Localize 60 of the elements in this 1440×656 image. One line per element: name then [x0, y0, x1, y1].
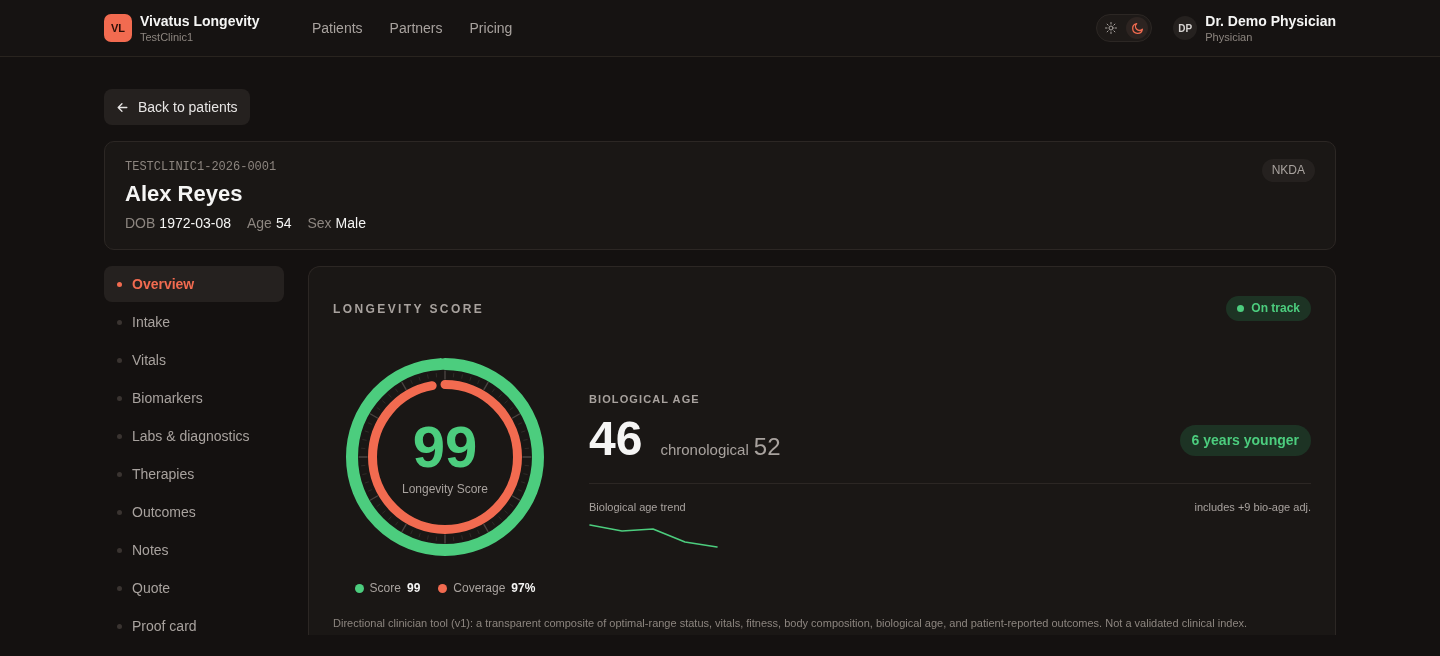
- arrow-left-icon: [116, 100, 129, 114]
- bullet-icon: [117, 395, 122, 401]
- age-difference-badge: 6 years younger: [1179, 424, 1311, 456]
- legend-value: 99: [406, 580, 421, 597]
- score-value: 99: [412, 417, 478, 476]
- field-label: Age: [246, 214, 272, 233]
- brand-name: Vivatus Longevity: [140, 12, 260, 30]
- nav-link[interactable]: Partners: [389, 17, 443, 39]
- sidebar-item[interactable]: Therapies: [104, 456, 284, 492]
- field-value: 1972-03-08: [159, 214, 231, 233]
- sidebar-item[interactable]: Intake: [104, 304, 284, 340]
- trend-label: Biological age trend: [589, 500, 686, 514]
- moon-icon: [1130, 21, 1144, 35]
- disclaimer-text: Directional clinician tool (v1): a transparent composite of optimal-range status, vitals, fitness, body composition, biological age, and patient-reported outcomes. Not a validated clinical index.: [333, 616, 1249, 631]
- dark-mode-button[interactable]: [1126, 17, 1149, 39]
- score-caption: Longevity Score: [401, 480, 489, 497]
- adjustment-note: includes +9 bio-age adj.: [1194, 500, 1311, 514]
- bullet-icon: [117, 585, 122, 591]
- sidebar-item[interactable]: Labs & diagnostics: [104, 418, 284, 454]
- user-avatar[interactable]: DP: [1173, 16, 1198, 40]
- user-role: Physician: [1205, 29, 1254, 44]
- bullet-icon: [117, 281, 122, 287]
- sidebar-item[interactable]: Notes: [104, 532, 284, 568]
- back-button[interactable]: Back to patients: [104, 89, 250, 125]
- bullet-icon: [117, 319, 122, 325]
- legend-value: 97%: [511, 580, 536, 597]
- bullet-icon: [117, 471, 122, 477]
- bullet-icon: [117, 433, 122, 439]
- field-label: DOB: [125, 214, 156, 233]
- patient-id: TESTCLINIC1-2026-0001: [125, 159, 278, 175]
- chronological-label: chronological: [660, 440, 749, 460]
- patient-name: Alex Reyes: [125, 180, 244, 208]
- card-title: LONGEVITY SCORE: [333, 300, 485, 318]
- bullet-icon: [117, 357, 122, 363]
- sidebar-item[interactable]: Outcomes: [104, 494, 284, 530]
- sidebar-item[interactable]: Proof card: [104, 608, 284, 644]
- chronological-value: 52: [753, 432, 781, 462]
- sun-icon: [1105, 22, 1118, 34]
- legend-label: Coverage: [453, 580, 506, 597]
- nav-link[interactable]: Patients: [312, 17, 363, 39]
- clinic-name: TestClinic1: [140, 29, 195, 44]
- sidebar-item[interactable]: Biomarkers: [104, 380, 284, 416]
- bullet-icon: [117, 623, 122, 629]
- biological-age-value: 46: [589, 415, 643, 463]
- bullet-icon: [117, 509, 122, 515]
- nav-link[interactable]: Pricing: [469, 17, 513, 39]
- bullet-icon: [117, 547, 122, 553]
- allergy-badge: NKDA: [1261, 159, 1315, 182]
- field-label: Sex: [307, 214, 332, 233]
- sidebar-item[interactable]: Vitals: [104, 342, 284, 378]
- sidebar-item[interactable]: Overview: [104, 266, 284, 302]
- logo-mark[interactable]: VL: [104, 14, 132, 42]
- field-value: 54: [275, 214, 292, 233]
- user-name: Dr. Demo Physician: [1205, 12, 1336, 30]
- legend-label: Score: [369, 580, 401, 597]
- sidebar-item[interactable]: Quote: [104, 570, 284, 606]
- field-value: Male: [335, 214, 366, 233]
- status-label: On track: [1251, 301, 1300, 316]
- section-title: BIOLOGICAL AGE: [589, 392, 701, 407]
- status-dot-icon: [1237, 305, 1245, 312]
